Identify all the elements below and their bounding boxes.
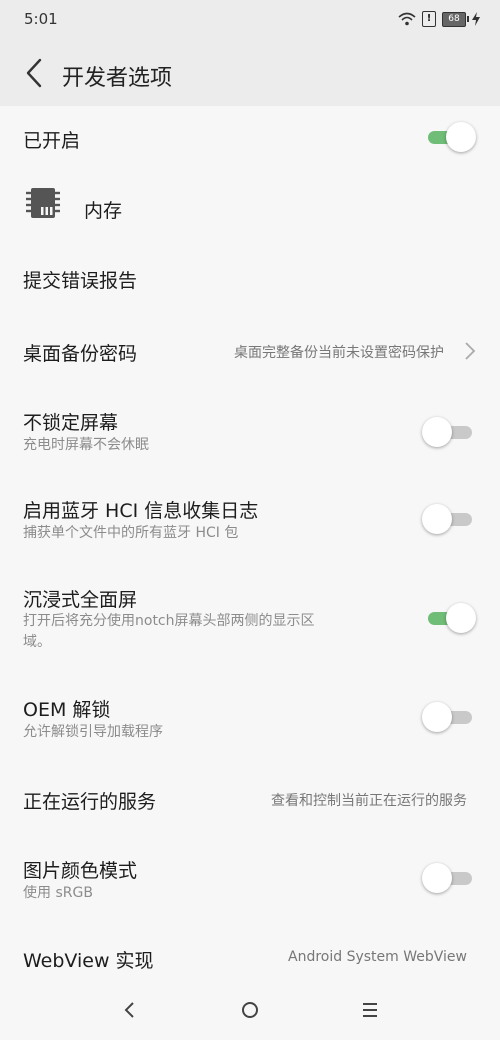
bluetooth-hci-desc: 捕获单个文件中的所有蓝牙 HCI 包 bbox=[23, 525, 239, 541]
chevron-right-icon bbox=[465, 342, 476, 360]
immersive-toggle[interactable] bbox=[422, 601, 478, 635]
nav-home-icon[interactable] bbox=[238, 998, 262, 1022]
developer-options-toggle[interactable] bbox=[422, 120, 478, 154]
battery-level: 68 bbox=[448, 13, 460, 24]
immersive-fullscreen-item[interactable]: 沉浸式全面屏 打开后将充分使用notch屏幕头部两侧的显示区 域。 bbox=[0, 570, 500, 670]
bluetooth-hci-toggle[interactable] bbox=[422, 502, 478, 536]
status-time: 5:01 bbox=[24, 10, 58, 28]
alert-icon: ! bbox=[422, 11, 436, 27]
immersive-label: 沉浸式全面屏 bbox=[23, 589, 138, 611]
toggle-knob bbox=[422, 504, 452, 534]
toggle-knob bbox=[422, 702, 452, 732]
oem-unlock-item[interactable]: OEM 解锁 允许解锁引导加载程序 bbox=[0, 680, 500, 760]
wifi-icon bbox=[398, 12, 416, 26]
webview-label: WebView 实现 bbox=[23, 950, 154, 972]
nav-menu-icon[interactable] bbox=[358, 998, 382, 1022]
running-services-value: 查看和控制当前正在运行的服务 bbox=[271, 793, 467, 809]
webview-implementation-item[interactable]: WebView 实现 Android System WebView bbox=[0, 926, 500, 982]
app-header: 开发者选项 bbox=[0, 40, 500, 106]
picture-color-label: 图片颜色模式 bbox=[23, 860, 138, 882]
bug-report-label: 提交错误报告 bbox=[23, 270, 138, 292]
running-services-item[interactable]: 正在运行的服务 查看和控制当前正在运行的服务 bbox=[0, 766, 500, 836]
memory-chip-icon bbox=[26, 188, 60, 218]
status-bar: 5:01 ! 68 bbox=[0, 0, 500, 40]
stay-awake-desc: 充电时屏幕不会休眠 bbox=[23, 437, 149, 453]
picture-color-mode-item[interactable]: 图片颜色模式 使用 sRGB bbox=[0, 842, 500, 922]
picture-color-desc: 使用 sRGB bbox=[23, 885, 93, 901]
picture-color-toggle[interactable] bbox=[422, 861, 478, 895]
charging-icon bbox=[472, 12, 480, 26]
memory-item[interactable]: 内存 bbox=[0, 170, 500, 242]
navigation-bar bbox=[0, 980, 500, 1040]
backup-password-label: 桌面备份密码 bbox=[23, 343, 138, 365]
backup-password-value: 桌面完整备份当前未设置密码保护 bbox=[234, 345, 444, 361]
immersive-desc-line1: 打开后将充分使用notch屏幕头部两侧的显示区 bbox=[23, 613, 315, 629]
developer-options-switch-row[interactable]: 已开启 bbox=[0, 106, 500, 170]
memory-label: 内存 bbox=[84, 200, 123, 222]
status-icons: ! 68 bbox=[398, 11, 480, 27]
bug-report-item[interactable]: 提交错误报告 bbox=[0, 244, 500, 314]
stay-awake-item[interactable]: 不锁定屏幕 充电时屏幕不会休眠 bbox=[0, 394, 500, 474]
immersive-desc-line2: 域。 bbox=[23, 634, 51, 650]
battery-icon: 68 bbox=[442, 11, 469, 27]
webview-value: Android System WebView bbox=[288, 949, 467, 965]
bluetooth-hci-label: 启用蓝牙 HCI 信息收集日志 bbox=[23, 500, 259, 522]
enabled-label: 已开启 bbox=[23, 130, 81, 152]
running-services-label: 正在运行的服务 bbox=[23, 791, 157, 813]
oem-unlock-label: OEM 解锁 bbox=[23, 699, 111, 721]
page-title: 开发者选项 bbox=[62, 66, 173, 91]
nav-back-icon[interactable] bbox=[118, 998, 142, 1022]
oem-unlock-toggle[interactable] bbox=[422, 700, 478, 734]
toggle-knob bbox=[422, 417, 452, 447]
back-arrow-icon[interactable] bbox=[20, 56, 50, 90]
stay-awake-label: 不锁定屏幕 bbox=[23, 412, 119, 434]
toggle-knob bbox=[422, 863, 452, 893]
stay-awake-toggle[interactable] bbox=[422, 415, 478, 449]
bluetooth-hci-item[interactable]: 启用蓝牙 HCI 信息收集日志 捕获单个文件中的所有蓝牙 HCI 包 bbox=[0, 482, 500, 562]
toggle-knob bbox=[446, 122, 476, 152]
backup-password-item[interactable]: 桌面备份密码 桌面完整备份当前未设置密码保护 bbox=[0, 316, 500, 386]
oem-unlock-desc: 允许解锁引导加载程序 bbox=[23, 724, 163, 740]
toggle-knob bbox=[446, 603, 476, 633]
